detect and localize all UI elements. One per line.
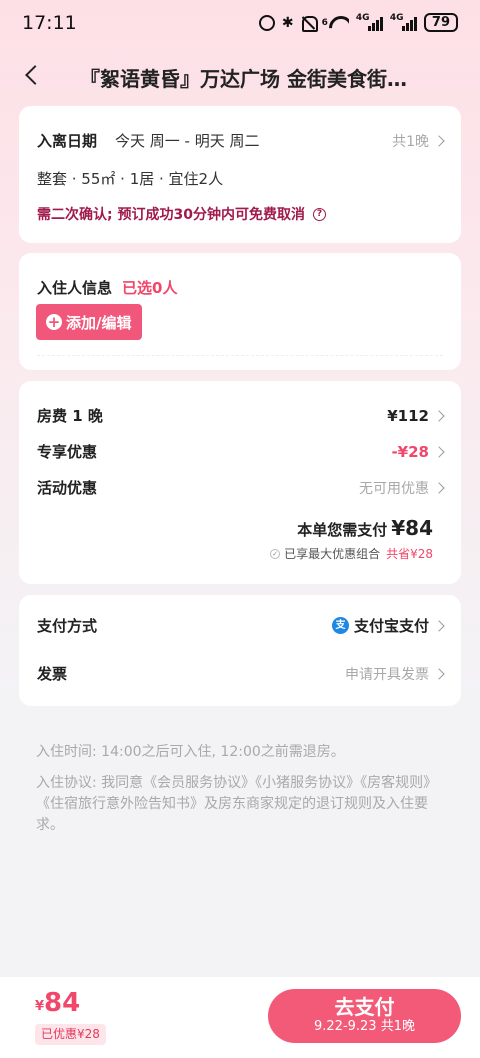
- alipay-icon: 支: [331, 617, 349, 634]
- add-edit-guest-button[interactable]: + 添加/编辑: [36, 304, 143, 340]
- discount-value: -¥28: [391, 442, 429, 461]
- date-row[interactable]: 入离日期 今天 周一 - 明天 周二 共1晚: [37, 130, 445, 151]
- back-button[interactable]: [22, 64, 46, 88]
- alarm-icon: [258, 14, 275, 31]
- room-fee-label: 房费 1 晚: [37, 407, 103, 425]
- total-label: 本单您需支付: [297, 521, 388, 539]
- activity-value: 无可用优惠: [359, 480, 429, 497]
- discount-row[interactable]: 专享优惠 -¥28: [37, 441, 445, 462]
- bluetooth-icon: ✱: [281, 14, 294, 31]
- confirm-notice-row: 需二次确认; 预订成功30分钟内可免费取消 ?: [37, 204, 443, 224]
- bottom-price: 84: [44, 988, 81, 1018]
- combo-text: 已享最大优惠组合: [284, 547, 381, 561]
- chevron-right-icon: [433, 481, 445, 494]
- plus-icon: +: [46, 313, 62, 331]
- guest-info-card: 入住人信息 已选0人 + 添加/编辑: [19, 253, 461, 370]
- signal-icon-2: 4G: [389, 12, 417, 31]
- invoice-action: 申请开具发票: [345, 666, 429, 683]
- bottom-currency: ¥: [35, 999, 45, 1014]
- best-combo-row: ✓ 已享最大优惠组合 共省¥28: [270, 545, 433, 562]
- pay-button-sub: 9.22-9.23 共1晚: [314, 1019, 415, 1034]
- page-title: 『絮语黄昏』万达广场 金街美食街…: [80, 67, 407, 91]
- status-time: 17:11: [22, 12, 77, 34]
- chevron-right-icon: [433, 619, 445, 632]
- signal-icon-1: 4G: [355, 12, 383, 31]
- confirm-notice: 需二次确认; 预订成功30分钟内可免费取消: [37, 207, 305, 223]
- help-icon[interactable]: ?: [312, 207, 326, 221]
- wifi-icon: [329, 16, 349, 30]
- guest-label: 入住人信息: [37, 279, 113, 297]
- chevron-right-icon: [433, 409, 445, 422]
- payment-method-row[interactable]: 支付方式 支 支付宝支付: [37, 615, 445, 636]
- date-label: 入离日期: [37, 132, 98, 150]
- agreement-note[interactable]: 入住协议: 我同意《会员服务协议》《小猪服务协议》《房客规则》《住宿旅行意外险告…: [36, 773, 448, 836]
- signal-label-1: 4G: [355, 12, 370, 23]
- bottom-bar: ¥ 84 已优惠¥28 去支付 9.22-9.23 共1晚: [0, 977, 480, 1058]
- room-info-row: 整套 · 55㎡ · 1居 · 宜住2人: [37, 168, 443, 189]
- pay-button-label: 去支付: [334, 995, 395, 1019]
- stay-info-card: 入离日期 今天 周一 - 明天 周二 共1晚 整套 · 55㎡ · 1居 · 宜…: [19, 106, 461, 243]
- invoice-row[interactable]: 发票 申请开具发票: [37, 663, 445, 684]
- total-amount: ¥84: [391, 516, 433, 540]
- status-bar: 17:11 ✱ 6 4G 4G 79: [0, 0, 480, 48]
- chevron-right-icon: [433, 445, 445, 458]
- discount-label: 专享优惠: [37, 443, 98, 461]
- room-info: 整套 · 55㎡ · 1居 · 宜住2人: [37, 170, 224, 188]
- payment-method-label: 支付方式: [37, 617, 98, 635]
- battery-icon: 79: [423, 13, 458, 32]
- mute-bell-icon: [301, 15, 318, 32]
- activity-label: 活动优惠: [37, 479, 98, 497]
- chevron-right-icon: [433, 667, 445, 680]
- payment-method-value: 支付宝支付: [353, 617, 429, 635]
- status-icons: ✱ 6 4G 4G 79: [258, 12, 458, 32]
- room-fee-row[interactable]: 房费 1 晚 ¥112: [37, 405, 445, 426]
- room-fee-value: ¥112: [387, 406, 429, 425]
- invoice-label: 发票: [37, 665, 68, 683]
- checkin-time-note: 入住时间: 14:00之后可入住, 12:00之前需退房。: [36, 744, 345, 760]
- payment-card: 支付方式 支 支付宝支付 发票 申请开具发票: [19, 595, 461, 706]
- saved-badge: 已优惠¥28: [35, 1024, 106, 1045]
- signal-label-2: 4G: [389, 12, 404, 23]
- activity-discount-row[interactable]: 活动优惠 无可用优惠: [37, 477, 445, 498]
- pricing-card: 房费 1 晚 ¥112 专享优惠 -¥28 活动优惠 无可用优惠 本单您需支付 …: [19, 381, 461, 584]
- total-row: 本单您需支付 ¥84: [297, 516, 433, 540]
- chevron-right-icon: [433, 134, 445, 147]
- back-arrow-icon: [25, 65, 45, 85]
- divider: [37, 355, 443, 356]
- add-edit-guest-label: 添加/编辑: [66, 313, 132, 332]
- wifi-label: 6: [321, 17, 328, 28]
- stay-dates: 今天 周一 - 明天 周二: [115, 132, 260, 150]
- guest-row: 入住人信息 已选0人: [37, 277, 443, 298]
- combo-saved: 共省¥28: [386, 547, 433, 561]
- pay-button[interactable]: 去支付 9.22-9.23 共1晚: [268, 989, 461, 1043]
- check-icon: ✓: [270, 548, 281, 559]
- guest-selected-count: 已选0人: [122, 279, 178, 297]
- nights-count: 共1晚: [392, 133, 429, 150]
